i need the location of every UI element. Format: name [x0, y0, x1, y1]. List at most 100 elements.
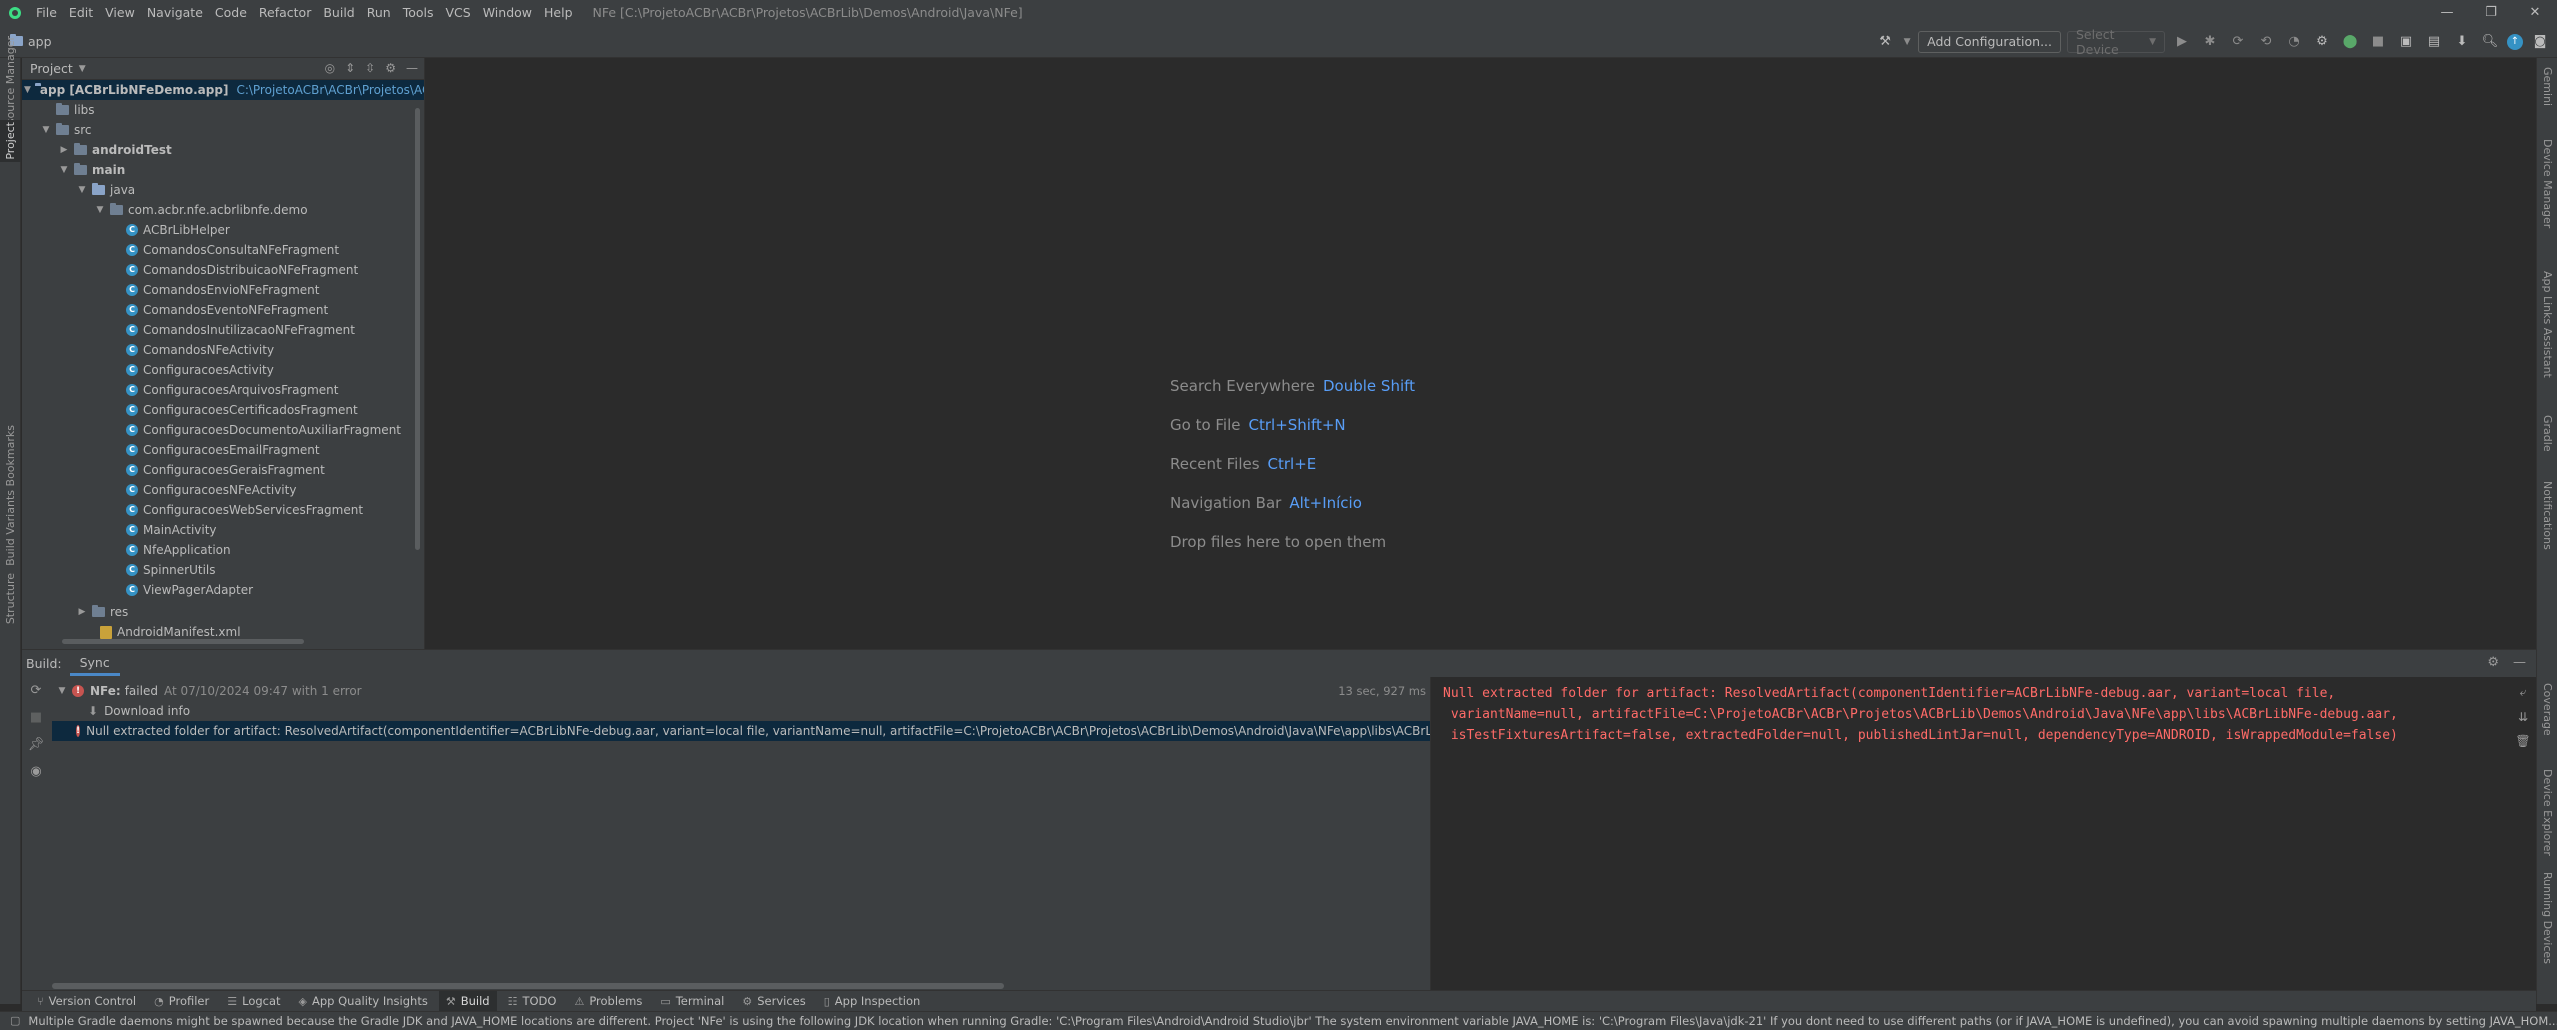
make-project-icon[interactable]: ⚒ — [1874, 31, 1896, 53]
chevron-down-icon[interactable]: ▼ — [58, 165, 70, 175]
tree-item-androidtest[interactable]: ▶ androidTest — [22, 140, 424, 160]
tab-device-explorer[interactable]: Device Explorer — [2537, 766, 2557, 858]
minimize-button[interactable]: — — [2425, 0, 2469, 25]
menu-build[interactable]: Build — [317, 5, 360, 20]
tree-item-class[interactable]: C ComandosInutilizacaoNFeFragment — [22, 320, 424, 340]
gear-icon[interactable]: ⚙ — [385, 61, 396, 75]
debug-icon[interactable]: ✱ — [2199, 31, 2221, 53]
chevron-down-icon[interactable]: ▼ — [40, 125, 52, 135]
device-mirror-icon[interactable]: ▤ — [2423, 31, 2445, 53]
eye-icon[interactable]: ◉ — [30, 764, 41, 779]
tree-item-class[interactable]: C ViewPagerAdapter — [22, 580, 424, 600]
tool-version-control[interactable]: ⑂ Version Control — [30, 991, 143, 1012]
close-button[interactable]: ✕ — [2513, 0, 2557, 25]
menu-help[interactable]: Help — [538, 5, 579, 20]
search-icon[interactable]: 🔍︎ — [2479, 31, 2501, 53]
tree-item-class[interactable]: C MainActivity — [22, 520, 424, 540]
project-view-selector[interactable]: Project — [30, 61, 73, 76]
expand-all-icon[interactable]: ⇕ — [345, 61, 355, 75]
tab-coverage[interactable]: Coverage — [2537, 678, 2557, 740]
tool-services[interactable]: ⚙ Services — [735, 991, 812, 1012]
tree-item-class[interactable]: C ConfiguracoesNFeActivity — [22, 480, 424, 500]
profile-icon[interactable]: ◔ — [2283, 31, 2305, 53]
chevron-down-icon[interactable]: ▼ — [24, 85, 31, 95]
attach-debugger-icon[interactable]: ⚙ — [2311, 31, 2333, 53]
tool-build[interactable]: ⚒ Build — [438, 990, 497, 1012]
hide-panel-icon[interactable]: — — [406, 61, 418, 75]
tree-item-libs[interactable]: libs — [22, 100, 424, 120]
tree-item-res[interactable]: ▶ res — [22, 602, 424, 622]
status-panel-toggle-icon[interactable]: ▢ — [10, 1014, 20, 1028]
tree-item-class[interactable]: C NfeApplication — [22, 540, 424, 560]
tool-todo[interactable]: ☷ TODO — [501, 991, 564, 1012]
horizontal-scrollbar[interactable] — [52, 983, 1004, 989]
device-manager-icon[interactable]: ▣ — [2395, 31, 2417, 53]
scroll-to-end-icon[interactable]: ⇊ — [2518, 710, 2528, 724]
build-row-download-info[interactable]: ⬇ Download info — [52, 701, 1430, 721]
tab-notifications[interactable]: Notifications — [2537, 474, 2557, 556]
soft-wrap-icon[interactable]: ⤶ — [2520, 685, 2527, 700]
tree-item-class[interactable]: C ComandosEventoNFeFragment — [22, 300, 424, 320]
tool-app-inspection[interactable]: ▯ App Inspection — [817, 991, 928, 1012]
maximize-button[interactable]: ❐ — [2469, 0, 2513, 25]
build-row-nfe[interactable]: ▼ ! NFe: failed At 07/10/2024 09:47 with… — [52, 681, 1430, 701]
menu-run[interactable]: Run — [361, 5, 397, 20]
sdk-manager-icon[interactable]: ⬇ — [2451, 31, 2473, 53]
restart-icon[interactable]: ⟳ — [31, 683, 42, 698]
tree-item-class[interactable]: C ComandosEnvioNFeFragment — [22, 280, 424, 300]
tab-build-variants[interactable]: Build Variants — [0, 490, 21, 566]
horizontal-scrollbar[interactable] — [62, 639, 304, 644]
tree-item-class[interactable]: C ConfiguracoesWebServicesFragment — [22, 500, 424, 520]
tab-sync[interactable]: Sync — [69, 652, 120, 676]
tree-item-class[interactable]: C SpinnerUtils — [22, 560, 424, 580]
tool-logcat[interactable]: ☰ Logcat — [220, 991, 287, 1012]
tree-item-package[interactable]: ▼ com.acbr.nfe.acbrlibnfe.demo — [22, 200, 424, 220]
stop-icon[interactable]: ■ — [2367, 31, 2389, 53]
vertical-scrollbar[interactable] — [415, 108, 420, 550]
tree-item-class[interactable]: C ComandosConsultaNFeFragment — [22, 240, 424, 260]
tree-item-main[interactable]: ▼ main — [22, 160, 424, 180]
tab-resource-manager[interactable]: Resource Manager — [0, 36, 21, 138]
tree-item-class[interactable]: C ComandosDistribuicaoNFeFragment — [22, 260, 424, 280]
tab-gemini[interactable]: Gemini — [2537, 60, 2557, 114]
tree-item-class[interactable]: C ConfiguracoesGeraisFragment — [22, 460, 424, 480]
apply-code-changes-icon[interactable]: ⟲ — [2255, 31, 2277, 53]
tool-app-quality-insights[interactable]: ◈ App Quality Insights — [292, 991, 435, 1012]
tab-bookmarks[interactable]: Bookmarks — [0, 425, 21, 486]
tab-app-links-assistant[interactable]: App Links Assistant — [2537, 264, 2557, 384]
select-device-dropdown[interactable]: Select Device ▼ — [2067, 27, 2165, 57]
tree-item-src[interactable]: ▼ src — [22, 120, 424, 140]
menu-window[interactable]: Window — [477, 5, 538, 20]
pin-icon[interactable]: 📌︎ — [28, 737, 45, 752]
apply-changes-icon[interactable]: ⟳ — [2227, 31, 2249, 53]
tree-item-app[interactable]: ▼ app [ACBrLibNFeDemo.app] C:\ProjetoACB… — [22, 80, 424, 100]
menu-refactor[interactable]: Refactor — [253, 5, 317, 20]
tab-running-devices[interactable]: Running Devices — [2537, 868, 2557, 968]
chevron-right-icon[interactable]: ▶ — [58, 145, 70, 155]
stop-icon[interactable]: ■ — [30, 710, 42, 725]
menu-vcs[interactable]: VCS — [440, 5, 477, 20]
tree-item-class[interactable]: C ConfiguracoesCertificadosFragment — [22, 400, 424, 420]
tree-item-class[interactable]: C ConfiguracoesDocumentoAuxiliarFragment — [22, 420, 424, 440]
tree-item-class[interactable]: C ACBrLibHelper — [22, 220, 424, 240]
chevron-down-icon[interactable]: ▼ — [76, 185, 88, 195]
hide-panel-icon[interactable]: — — [2513, 655, 2526, 670]
tab-structure[interactable]: Structure — [0, 572, 21, 626]
trash-icon[interactable]: 🗑︎ — [2515, 734, 2530, 748]
gear-icon[interactable]: ⚙ — [2487, 655, 2499, 670]
chevron-down-icon[interactable]: ▼ — [1902, 31, 1912, 53]
account-icon[interactable]: ◙ — [2529, 31, 2551, 53]
chevron-down-icon[interactable]: ▼ — [79, 64, 86, 74]
update-icon[interactable]: ↑ — [2507, 33, 2523, 50]
menu-edit[interactable]: Edit — [63, 5, 99, 20]
tab-gradle[interactable]: Gradle — [2537, 410, 2557, 456]
tool-problems[interactable]: ⚠ Problems — [567, 991, 649, 1012]
tab-project[interactable]: Project — [0, 120, 21, 162]
tree-item-class[interactable]: C ConfiguracoesActivity — [22, 360, 424, 380]
tree-item-class[interactable]: C ComandosNFeActivity — [22, 340, 424, 360]
status-message[interactable]: Multiple Gradle daemons might be spawned… — [28, 1014, 2557, 1028]
menu-tools[interactable]: Tools — [397, 5, 440, 20]
chevron-down-icon[interactable]: ▼ — [94, 205, 106, 215]
menu-view[interactable]: View — [99, 5, 141, 20]
menu-navigate[interactable]: Navigate — [141, 5, 209, 20]
